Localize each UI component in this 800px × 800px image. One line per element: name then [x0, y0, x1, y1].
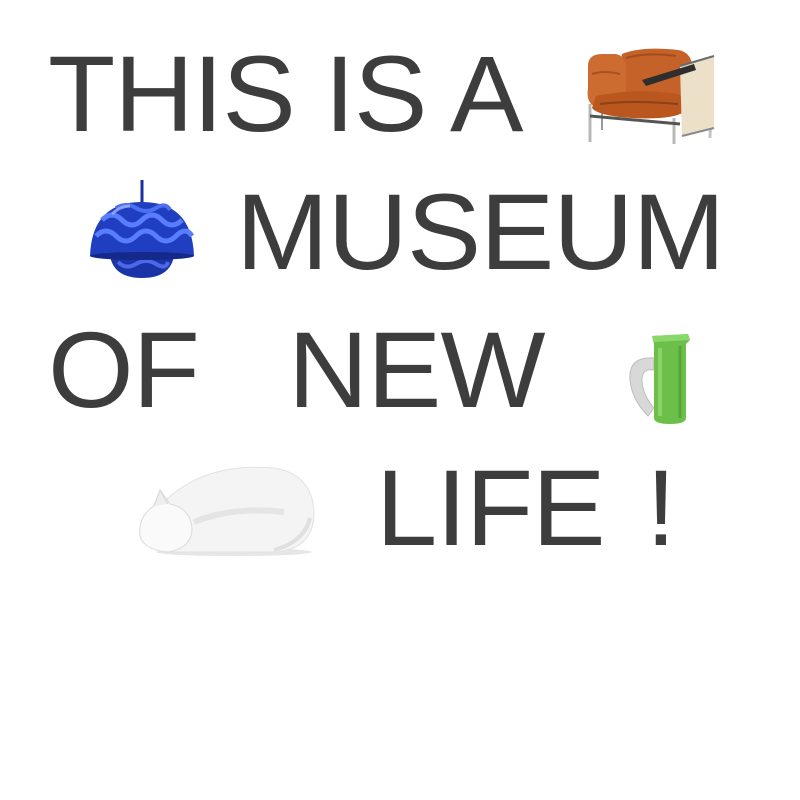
pendant-lamp-icon — [86, 180, 198, 280]
exclamation-mark: ! — [646, 447, 676, 568]
headline-line-1: THIS IS A — [48, 33, 523, 154]
armchair-icon — [582, 44, 718, 148]
poster: THIS IS A MUSEUM OF NEW LIFE ! — [0, 0, 800, 800]
sleeping-cat-icon — [134, 462, 316, 558]
headline-line-3-of: OF — [48, 309, 200, 430]
headline-line-3-new: NEW — [288, 309, 545, 430]
headline-line-4-life: LIFE — [376, 447, 606, 568]
headline-line-2: MUSEUM — [236, 171, 725, 292]
jug-icon — [624, 330, 696, 426]
